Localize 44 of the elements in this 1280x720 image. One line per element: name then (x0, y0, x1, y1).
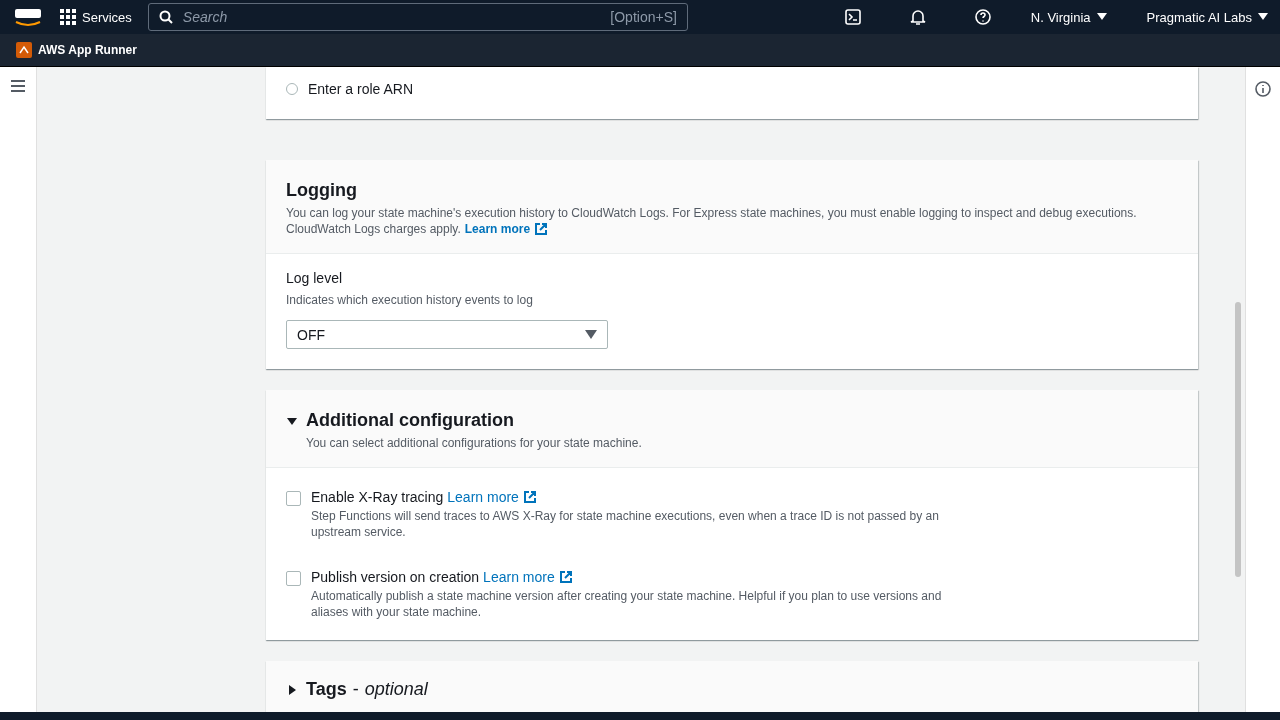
title-separator: - (352, 679, 359, 700)
section-title[interactable]: Additional configuration (306, 410, 514, 431)
learn-more-link[interactable]: Learn more (483, 569, 573, 585)
account-menu[interactable]: Pragmatic AI Labs (1146, 9, 1268, 25)
checkbox-label: Enable X-Ray tracing (311, 489, 444, 505)
app-runner-icon[interactable] (16, 42, 32, 58)
radio-label: Enter a role ARN (308, 81, 414, 97)
expand-caret-icon[interactable] (286, 683, 298, 696)
caret-icon (1258, 13, 1268, 21)
scrollbar-thumb[interactable] (1235, 302, 1241, 577)
menu-icon[interactable] (10, 79, 26, 93)
external-link-icon (534, 222, 549, 236)
search-bar[interactable]: Search [Option+S] (147, 3, 688, 31)
log-level-select[interactable]: OFF (286, 320, 608, 349)
optional-label: optional (364, 679, 428, 700)
caret-icon (585, 330, 597, 339)
search-input[interactable]: Search (180, 8, 603, 26)
caret-icon (1096, 13, 1107, 21)
favorite-service[interactable]: AWS App Runner (38, 43, 137, 57)
services-menu[interactable]: Services (60, 9, 132, 25)
field-label: Log level (286, 270, 344, 286)
help-icon[interactable] (974, 9, 991, 25)
search-icon (158, 10, 173, 24)
section-title[interactable]: Tags (306, 679, 347, 700)
section-description: You can log your state machine's execution history to CloudWatch Logs. For Express state machines, you must enable logging to inspect and debug executions. CloudWatch Logs charges apply. Learn more (286, 205, 1138, 237)
bell-icon[interactable] (908, 8, 927, 26)
option-description: Step Functions will send traces to AWS X-Ray for state machine executions, even when a trace ID is not passed by an upstream service. (311, 508, 940, 540)
region-menu[interactable]: N. Virginia (1030, 9, 1107, 25)
option-description: Automatically publish a state machine version after creating your state machine. Helpful if you plan to use versions and aliases with your state machine. (311, 588, 943, 620)
field-hint: Indicates which execution history events to log (286, 292, 534, 308)
aws-logo[interactable] (12, 6, 44, 28)
shortcut-hint: [Option+S] (610, 9, 677, 25)
learn-more-link[interactable]: Learn more (447, 489, 537, 505)
info-icon[interactable] (1255, 81, 1271, 97)
terminal-icon[interactable] (844, 9, 861, 25)
checkbox[interactable] (286, 571, 301, 586)
grid-icon (60, 9, 76, 25)
learn-more-link[interactable]: Learn more (464, 221, 549, 237)
checkbox[interactable] (286, 491, 301, 506)
external-link-icon (558, 570, 573, 584)
section-title: Logging (286, 180, 358, 201)
external-link-icon (522, 490, 537, 504)
section-description: You can select additional configurations for your state machine. (306, 435, 643, 451)
checkbox-label: Publish version on creation (311, 569, 480, 585)
